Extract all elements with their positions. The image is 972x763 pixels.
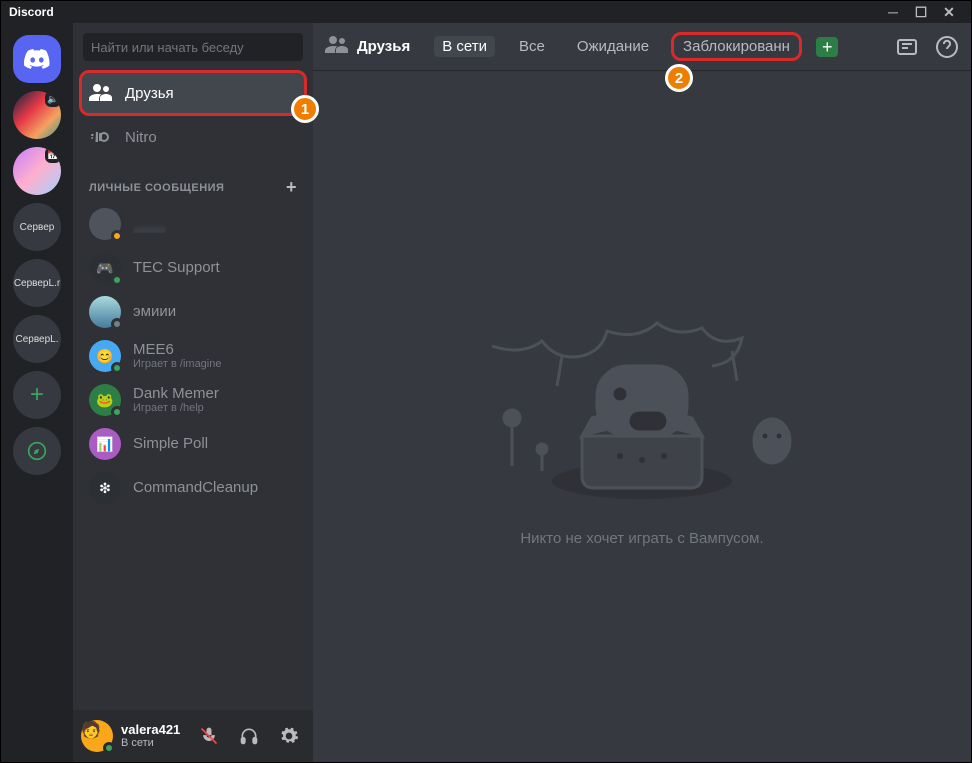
dm-activity: Играет в /help <box>133 402 219 415</box>
server-item[interactable]: СерверL.r <box>13 259 61 307</box>
friends-label: Друзья <box>125 85 174 102</box>
dm-name: Dank Memer <box>133 385 219 402</box>
help-button[interactable] <box>935 35 959 59</box>
avatar <box>89 208 121 240</box>
avatar: 📊 <box>89 428 121 460</box>
dm-name: MEE6 <box>133 341 221 358</box>
dm-item[interactable]: 😊 MEE6Играет в /imagine <box>81 335 305 377</box>
help-icon <box>935 35 959 59</box>
chat-plus-icon <box>895 35 919 59</box>
gear-icon <box>279 726 299 746</box>
friends-header-icon <box>325 33 349 61</box>
minimize-button[interactable]: ─ <box>879 1 907 23</box>
mute-mic-button[interactable] <box>193 720 225 752</box>
self-status: В сети <box>121 737 185 749</box>
user-settings-button[interactable] <box>273 720 305 752</box>
avatar: 🐸 <box>89 384 121 416</box>
status-idle-icon <box>111 230 123 242</box>
compass-icon <box>23 441 51 461</box>
nitro-label: Nitro <box>125 129 157 146</box>
avatar: 🎮 <box>89 252 121 284</box>
empty-state-text: Никто не хочет играть с Вампусом. <box>520 530 763 547</box>
empty-state: Никто не хочет играть с Вампусом. <box>313 71 971 762</box>
dm-name: CommandCleanup <box>133 479 258 496</box>
wumpus-illustration <box>432 286 852 506</box>
channel-sidebar: Найти или начать беседу Друзья 1 Nitro <box>73 23 313 762</box>
main-header: Друзья В сети Все Ожидание Заблокированн… <box>313 23 971 71</box>
headphones-icon <box>239 726 259 746</box>
header-title: Друзья <box>357 38 410 55</box>
server-rail: 🔊 📅 Сервер СерверL.r СерверL. + <box>1 23 73 762</box>
dm-item[interactable]: 🐸 Dank MemerИграет в /help <box>81 379 305 421</box>
tab-all[interactable]: Все <box>511 36 553 57</box>
home-button[interactable] <box>13 35 61 83</box>
deafen-button[interactable] <box>233 720 265 752</box>
server-item[interactable]: СерверL. <box>13 315 61 363</box>
server-item[interactable]: Сервер <box>13 203 61 251</box>
dm-item[interactable]: ❇ CommandCleanup <box>81 467 305 509</box>
dm-name: ____ <box>133 215 166 232</box>
status-offline-icon <box>111 318 123 330</box>
titlebar: Discord ─ ☐ ✕ <box>1 1 971 23</box>
discord-logo-icon <box>23 49 51 69</box>
avatar: ❇ <box>89 472 121 504</box>
create-dm-button[interactable]: + <box>286 177 297 198</box>
tab-online[interactable]: В сети <box>434 36 495 57</box>
dm-item[interactable]: эмиии <box>81 291 305 333</box>
tab-pending[interactable]: Ожидание <box>569 36 657 57</box>
friends-nav-item[interactable]: Друзья <box>81 72 305 114</box>
self-avatar[interactable]: 🧑 <box>81 720 113 752</box>
new-group-dm-button[interactable] <box>895 35 919 59</box>
friends-icon <box>89 81 113 105</box>
status-online-icon <box>103 742 115 754</box>
status-online-icon <box>111 406 123 418</box>
status-online-icon <box>111 362 123 374</box>
dm-item[interactable]: 📊 Simple Poll <box>81 423 305 465</box>
user-panel: 🧑 valera421 В сети <box>73 710 313 762</box>
annotation-step-2: 2 <box>665 64 693 92</box>
dm-item[interactable]: ____ <box>81 203 305 245</box>
add-server-button[interactable]: + <box>13 371 61 419</box>
dm-item[interactable]: 🎮 TEC Support <box>81 247 305 289</box>
dm-name: Simple Poll <box>133 435 208 452</box>
explore-button[interactable] <box>13 427 61 475</box>
self-username: valera421 <box>121 723 185 737</box>
maximize-button[interactable]: ☐ <box>907 1 935 23</box>
close-button[interactable]: ✕ <box>935 1 963 23</box>
server-item[interactable]: 🔊 <box>13 91 61 139</box>
calendar-badge-icon: 📅 <box>45 147 61 163</box>
annotation-step-1: 1 <box>291 95 319 123</box>
dm-name: эмиии <box>133 303 176 320</box>
speaker-badge-icon: 🔊 <box>45 91 61 107</box>
mic-muted-icon <box>199 726 219 746</box>
dm-header-label: ЛИЧНЫЕ СООБЩЕНИЯ <box>89 182 224 194</box>
tab-blocked[interactable]: Заблокированн <box>673 34 800 59</box>
main-panel: Друзья В сети Все Ожидание Заблокированн… <box>313 23 971 762</box>
status-online-icon <box>111 274 123 286</box>
avatar: 😊 <box>89 340 121 372</box>
dm-activity: Играет в /imagine <box>133 358 221 371</box>
nitro-nav-item[interactable]: Nitro <box>81 116 305 158</box>
dm-section-header: ЛИЧНЫЕ СООБЩЕНИЯ + <box>73 159 313 202</box>
server-item[interactable]: 📅 <box>13 147 61 195</box>
dm-name: TEC Support <box>133 259 220 276</box>
app-title: Discord <box>9 5 54 19</box>
nitro-icon <box>89 125 113 149</box>
search-placeholder: Найти или начать беседу <box>91 40 244 55</box>
avatar <box>89 296 121 328</box>
find-conversation-button[interactable]: Найти или начать беседу <box>83 33 303 61</box>
add-friend-button[interactable]: + <box>816 37 839 57</box>
